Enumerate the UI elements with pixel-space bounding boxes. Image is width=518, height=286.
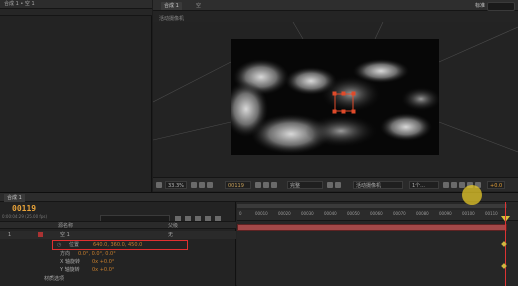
project-panel: 合成 1 • 空 1 bbox=[0, 0, 152, 192]
mask-icon[interactable] bbox=[207, 182, 213, 188]
show-snapshot-icon[interactable] bbox=[263, 182, 269, 188]
ruler-tick: 00060 bbox=[370, 211, 383, 216]
time-ruler[interactable]: 0 00010 00020 00030 00040 00050 00060 00… bbox=[237, 210, 518, 221]
position-label: 位置 bbox=[69, 242, 80, 248]
parent-dropdown[interactable]: 无 bbox=[168, 231, 173, 239]
project-panel-subbar bbox=[0, 9, 152, 16]
timeline-panel: 合成 1 00119 0:00:04:29 (25.00 fps) 源名称 父级… bbox=[0, 192, 518, 286]
safe-margins-icon[interactable] bbox=[191, 182, 197, 188]
search-help-input[interactable] bbox=[487, 2, 515, 11]
x-rotation-property-row[interactable]: X 轴旋转 0x +0.0° bbox=[0, 258, 236, 266]
ruler-tick: 00090 bbox=[439, 211, 452, 216]
ruler-tick: 00110 bbox=[485, 211, 498, 216]
ruler-tick: 00010 bbox=[255, 211, 268, 216]
layer-label-color[interactable] bbox=[38, 232, 43, 237]
ruler-tick: 00050 bbox=[347, 211, 360, 216]
ruler-tick: 0 bbox=[239, 211, 242, 216]
layer-outline: 00119 0:00:04:29 (25.00 fps) 源名称 父级 1 空 … bbox=[0, 202, 236, 286]
timeline-tab-bar: 合成 1 bbox=[0, 193, 518, 202]
tab-timeline-comp[interactable]: 合成 1 bbox=[4, 194, 25, 202]
source-name-header[interactable]: 源名称 bbox=[58, 222, 73, 230]
layer-column-header: 源名称 父级 bbox=[0, 221, 236, 229]
ruler-tick: 00080 bbox=[416, 211, 429, 216]
composition-viewer: 合成 1 空 标准 活动摄像机 33.3% 00119 完整 活动摄像机 1个.… bbox=[153, 0, 518, 192]
timeline-timecode[interactable]: 00119 bbox=[12, 204, 36, 213]
timeline-track-area[interactable]: 0 00010 00020 00030 00040 00050 00060 00… bbox=[237, 202, 518, 286]
work-area-bar[interactable] bbox=[237, 204, 507, 208]
camera-view-dropdown[interactable]: 活动摄像机 bbox=[353, 181, 403, 189]
timeline-fps: 0:00:04:29 (25.00 fps) bbox=[2, 214, 48, 219]
layer-index: 1 bbox=[8, 232, 12, 238]
y-rotation-value[interactable]: 0x +0.0° bbox=[92, 266, 114, 274]
tab-footage[interactable]: 空 bbox=[193, 2, 204, 10]
x-rotation-label: X 轴旋转 bbox=[60, 259, 81, 265]
parent-header[interactable]: 父级 bbox=[168, 222, 178, 230]
transparency-grid-icon[interactable] bbox=[335, 182, 341, 188]
viewer-stage[interactable] bbox=[153, 22, 518, 177]
ruler-tick: 00030 bbox=[301, 211, 314, 216]
ruler-tick: 00100 bbox=[462, 211, 475, 216]
resolution-dropdown[interactable]: 完整 bbox=[287, 181, 323, 189]
snapshot-icon[interactable] bbox=[255, 182, 261, 188]
mouse-cursor-highlight bbox=[462, 185, 482, 205]
zoom-dropdown[interactable]: 33.3% bbox=[165, 181, 187, 189]
ruler-tick: 00020 bbox=[278, 211, 291, 216]
layer-name[interactable]: 空 1 bbox=[60, 231, 70, 239]
material-options-label[interactable]: 材质选项 bbox=[44, 275, 64, 283]
orientation-property-row[interactable]: 方向 0.0°, 0.0°, 0.0° bbox=[0, 250, 236, 258]
fast-preview-icon[interactable] bbox=[451, 182, 457, 188]
position-property-row[interactable]: ◷ 位置 640.0, 360.0, 450.0 bbox=[52, 240, 188, 250]
ruler-tick: 00040 bbox=[324, 211, 337, 216]
y-rotation-property-row[interactable]: Y 轴旋转 0x +0.0° bbox=[0, 266, 236, 274]
magnify-icon[interactable] bbox=[156, 182, 162, 188]
grid-icon[interactable] bbox=[199, 182, 205, 188]
current-time-display[interactable]: 00119 bbox=[225, 181, 251, 189]
orientation-label: 方向 bbox=[60, 251, 71, 257]
viewer-tab-bar: 合成 1 空 标准 bbox=[153, 0, 518, 11]
material-options-row[interactable]: 材质选项 bbox=[0, 275, 236, 283]
project-panel-header[interactable]: 合成 1 • 空 1 bbox=[0, 0, 152, 9]
workspace-label[interactable]: 标准 bbox=[472, 2, 488, 10]
layer-duration-bar[interactable] bbox=[237, 224, 507, 231]
tab-composition[interactable]: 合成 1 bbox=[161, 2, 182, 10]
channel-icon[interactable] bbox=[271, 182, 277, 188]
stopwatch-icon[interactable]: ◷ bbox=[57, 241, 61, 249]
position-value[interactable]: 640.0, 360.0, 450.0 bbox=[93, 241, 142, 249]
cloud-footage bbox=[231, 39, 439, 155]
active-camera-label: 活动摄像机 bbox=[159, 16, 185, 22]
ruler-tick: 00070 bbox=[393, 211, 406, 216]
orientation-value[interactable]: 0.0°, 0.0°, 0.0° bbox=[78, 250, 116, 258]
x-rotation-value[interactable]: 0x +0.0° bbox=[92, 258, 114, 266]
region-of-interest-icon[interactable] bbox=[327, 182, 333, 188]
pixel-aspect-icon[interactable] bbox=[443, 182, 449, 188]
composition-frame[interactable] bbox=[231, 39, 439, 155]
exposure-value[interactable]: +0.0 bbox=[487, 181, 505, 189]
y-rotation-label: Y 轴旋转 bbox=[60, 267, 80, 273]
layer-row[interactable]: 1 空 1 无 bbox=[0, 231, 236, 239]
view-layout-dropdown[interactable]: 1个... bbox=[409, 181, 439, 189]
